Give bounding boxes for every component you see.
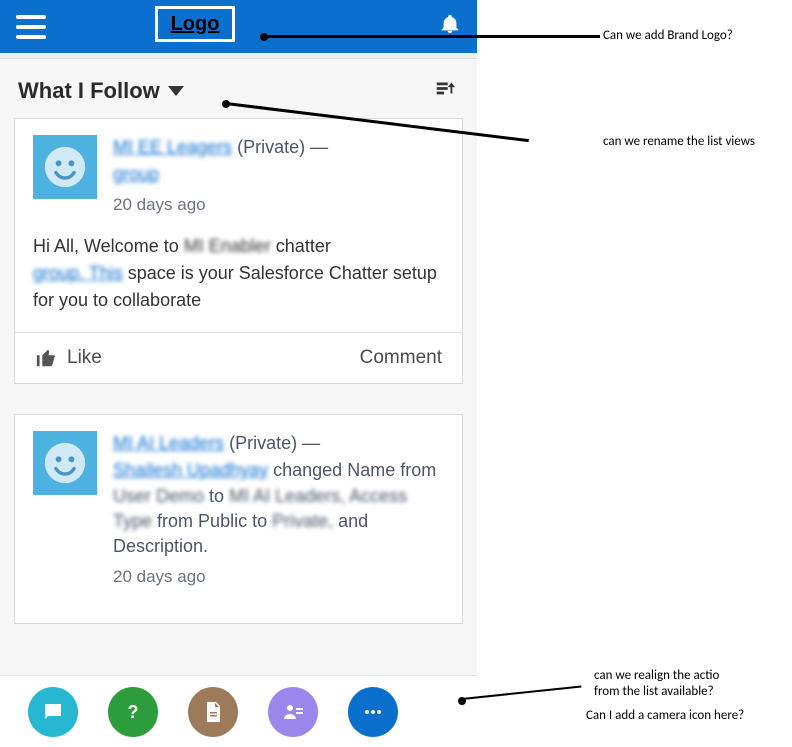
annotation-camera: Can I add a camera icon here? [586, 708, 744, 723]
like-label: Like [67, 347, 102, 369]
privacy-label: (Private) — [237, 137, 328, 157]
action-bar: ? [0, 675, 477, 747]
chat-fab[interactable] [28, 687, 78, 737]
avatar[interactable] [33, 135, 97, 199]
annotation-realign-2: from the list available? [594, 684, 714, 699]
svg-text:?: ? [128, 702, 139, 722]
top-bar: Logo [0, 0, 477, 53]
mobile-frame: Logo What I Follow M [0, 0, 477, 747]
comment-label: Comment [360, 347, 442, 368]
post-meta: MI AI Leaders (Private) — Shailesh Upadh… [113, 431, 444, 589]
contact-fab[interactable] [268, 687, 318, 737]
like-button[interactable]: Like [35, 347, 102, 369]
tab-indicator [0, 53, 477, 59]
annotation-logo: Can we add Brand Logo? [603, 28, 733, 43]
list-view-selector[interactable]: What I Follow [0, 59, 477, 118]
more-fab[interactable] [348, 687, 398, 737]
feed-post: MI EE Leagers (Private) — group 20 days … [14, 118, 463, 384]
logo-placeholder[interactable]: Logo [155, 6, 235, 42]
annotation-arrow [462, 685, 582, 700]
annotation-listview: can we rename the list views [603, 134, 755, 149]
menu-icon[interactable] [16, 15, 46, 39]
post-subline: group [113, 164, 159, 184]
timestamp: 20 days ago [113, 565, 444, 589]
help-fab[interactable]: ? [108, 687, 158, 737]
feed: MI EE Leagers (Private) — group 20 days … [0, 118, 477, 747]
avatar[interactable] [33, 431, 97, 495]
annotation-realign-1: can we realign the actio [594, 668, 719, 683]
chevron-down-icon [168, 86, 184, 96]
post-actions: Like Comment [15, 332, 462, 383]
file-fab[interactable] [188, 687, 238, 737]
logo-text: Logo [171, 13, 220, 36]
feed-post: MI AI Leaders (Private) — Shailesh Upadh… [14, 414, 463, 624]
group-link[interactable]: MI AI Leaders [113, 433, 224, 453]
privacy-label: (Private) — [229, 433, 320, 453]
group-link[interactable]: MI EE Leagers [113, 137, 232, 157]
list-view-label-wrap: What I Follow [18, 78, 184, 104]
timestamp: 20 days ago [113, 193, 444, 217]
author-link[interactable]: Shailesh Upadhyay [113, 460, 268, 480]
post-body: Hi All, Welcome to MI Enabler chatter gr… [33, 233, 444, 314]
annotation-arrow [264, 35, 600, 38]
post-meta: MI EE Leagers (Private) — group 20 days … [113, 135, 444, 217]
sort-icon[interactable] [431, 77, 459, 104]
list-view-label: What I Follow [18, 78, 160, 104]
comment-button[interactable]: Comment [360, 347, 442, 369]
